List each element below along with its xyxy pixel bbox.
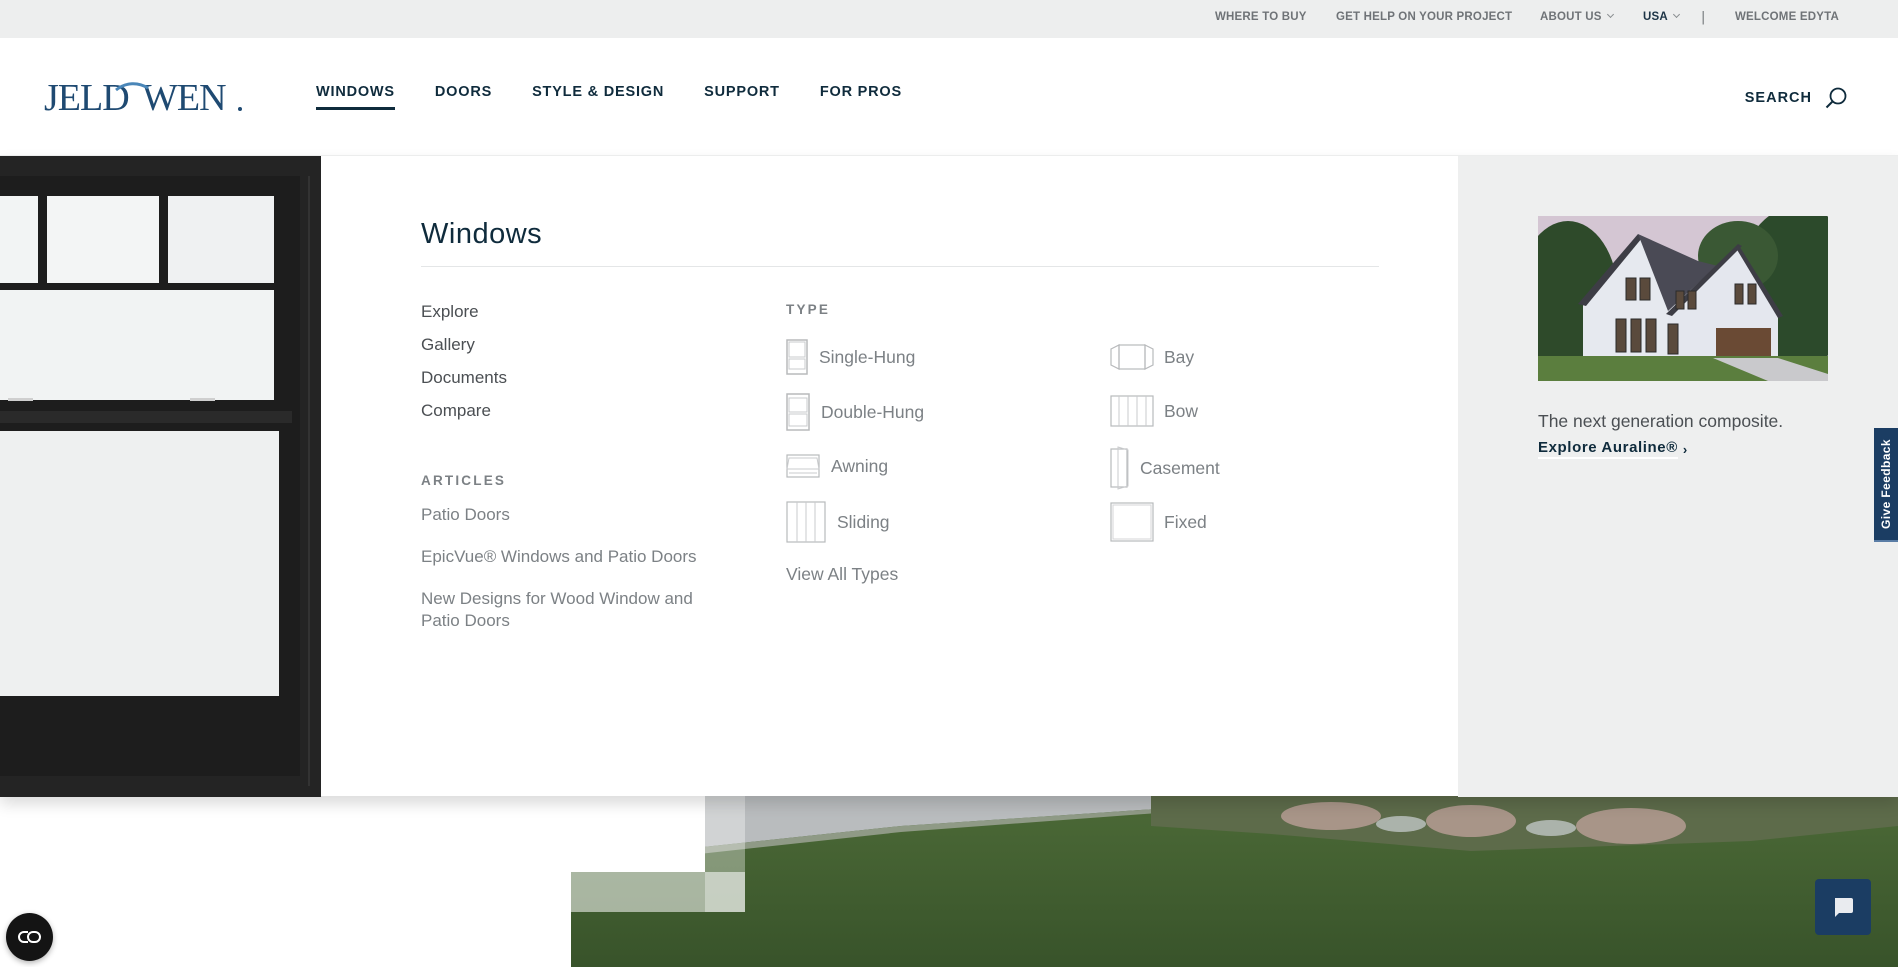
double-hung-window-icon [786,393,810,431]
mega-menu-title: Windows [421,218,543,250]
type-double-hung[interactable]: Double-Hung [786,393,924,431]
search-button[interactable]: SEARCH [1745,86,1848,110]
type-label: Casement [1140,457,1220,478]
chevron-down-icon [1672,10,1680,19]
hero-overlay-block [571,796,705,872]
mega-menu-content: Windows Explore Gallery Documents Compar… [321,156,1458,797]
windows-mega-menu: Windows Explore Gallery Documents Compar… [0,155,1898,797]
article-link[interactable]: EpicVue® Windows and Patio Doors [421,546,721,568]
chat-button[interactable] [1815,879,1871,935]
link-explore[interactable]: Explore [421,295,507,328]
feedback-label: Give Feedback [1879,439,1893,529]
utility-separator: | [1701,10,1706,25]
type-awning[interactable]: Awning [786,454,888,478]
article-link[interactable]: Patio Doors [421,504,721,526]
articles-heading: ARTICLES [421,473,507,488]
logo-text-right: WEN [142,77,226,119]
utility-bar: WHERE TO BUY GET HELP ON YOUR PROJECT AB… [0,0,1898,38]
type-label: Fixed [1164,511,1207,532]
chevron-right-icon: › [1682,441,1688,457]
type-label: Awning [831,455,889,476]
country-label: USA [1643,11,1668,23]
get-help-link[interactable]: GET HELP ON YOUR PROJECT [1336,11,1512,23]
hero-overlay-block [571,872,745,912]
windows-links: Explore Gallery Documents Compare [421,295,507,427]
give-feedback-tab[interactable]: Give Feedback [1874,428,1898,542]
search-icon [1825,87,1847,109]
nav-support[interactable]: SUPPORT [704,84,780,110]
logo-text-left: JELD [44,77,129,119]
bow-window-icon [1110,395,1154,427]
type-fixed[interactable]: Fixed [1110,502,1207,542]
where-to-buy-link[interactable]: WHERE TO BUY [1215,11,1307,23]
welcome-user-link[interactable]: WELCOME EDYTA [1735,11,1839,23]
bay-window-icon [1110,344,1154,370]
jeld-wen-logo[interactable]: JELD WEN [44,76,244,122]
link-compare[interactable]: Compare [421,394,507,427]
nav-doors[interactable]: DOORS [435,84,492,110]
hero-image [571,796,1898,967]
type-label: Bay [1164,346,1195,367]
type-sliding[interactable]: Sliding [786,501,890,543]
articles-list: Patio Doors EpicVue® Windows and Patio D… [421,504,721,652]
chat-bubble-icon [1835,898,1853,917]
promo-panel: The next generation composite. Explore A… [1458,156,1898,797]
auraline-house-image[interactable] [1538,216,1828,381]
view-all-types-link[interactable]: View All Types [786,564,898,585]
type-label: Bow [1164,400,1199,421]
link-documents[interactable]: Documents [421,361,507,394]
article-link[interactable]: New Designs for Wood Window and Patio Do… [421,588,721,632]
title-divider [421,266,1379,267]
nav-windows[interactable]: WINDOWS [316,84,395,110]
promo-tagline: The next generation composite. [1538,411,1784,431]
type-label: Sliding [837,511,890,532]
site-header: JELD WEN WINDOWS DOORS STYLE & DESIGN SU… [0,38,1898,155]
country-selector[interactable]: USA [1643,10,1680,23]
type-single-hung[interactable]: Single-Hung [786,339,915,375]
single-hung-window-icon [786,339,808,375]
link-gallery[interactable]: Gallery [421,328,507,361]
type-label: Single-Hung [819,346,916,367]
about-us-label: ABOUT US [1540,11,1602,23]
type-bay[interactable]: Bay [1110,344,1194,370]
window-product-image [0,156,321,797]
explore-auraline-link[interactable]: Explore Auraline® › [1538,439,1688,459]
awning-window-icon [786,454,820,478]
casement-window-icon [1110,446,1129,490]
sliding-window-icon [786,501,826,543]
accessibility-toggle-icon [17,931,41,943]
nav-for-pros[interactable]: FOR PROS [820,84,902,110]
accessibility-button[interactable] [6,913,53,961]
search-label: SEARCH [1744,90,1812,106]
type-bow[interactable]: Bow [1110,395,1198,427]
type-casement[interactable]: Casement [1110,446,1220,490]
fixed-window-icon [1110,502,1154,542]
type-label: Double-Hung [821,401,925,422]
nav-style-design[interactable]: STYLE & DESIGN [532,84,664,110]
promo-link-label: Explore Auraline® [1538,439,1678,459]
chevron-down-icon [1606,10,1614,19]
about-us-dropdown[interactable]: ABOUT US [1540,10,1614,23]
main-nav: WINDOWS DOORS STYLE & DESIGN SUPPORT FOR… [316,84,902,110]
type-heading: TYPE [786,302,831,317]
